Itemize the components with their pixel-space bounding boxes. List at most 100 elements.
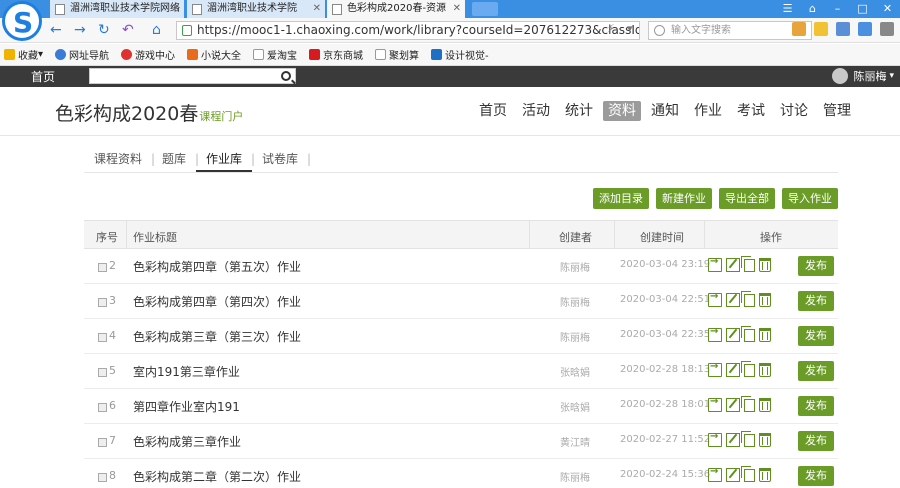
- publish-button[interactable]: 发布: [798, 431, 834, 451]
- row-title[interactable]: 色彩构成第三章作业: [133, 433, 241, 450]
- copy-icon[interactable]: [741, 326, 755, 342]
- delete-icon[interactable]: [759, 433, 771, 447]
- course-portal-link[interactable]: 课程门户: [199, 110, 243, 123]
- undo-icon[interactable]: ↶: [122, 22, 134, 38]
- publish-button[interactable]: 发布: [798, 466, 834, 486]
- export-all-button[interactable]: 导出全部: [719, 188, 775, 209]
- new-homework-button[interactable]: 新建作业: [656, 188, 712, 209]
- nav-materials[interactable]: 资料: [603, 101, 641, 121]
- nav-discussion[interactable]: 讨论: [775, 101, 813, 121]
- nav-homework[interactable]: 作业: [689, 101, 727, 121]
- nav-activity[interactable]: 活动: [517, 101, 555, 121]
- edit-icon[interactable]: [726, 258, 740, 272]
- move-icon[interactable]: [708, 291, 722, 307]
- close-icon[interactable]: ✕: [453, 0, 461, 18]
- forward-icon[interactable]: →: [74, 22, 86, 38]
- copy-icon[interactable]: [741, 361, 755, 377]
- close-icon[interactable]: ✕: [875, 0, 900, 18]
- close-icon[interactable]: ✕: [172, 0, 180, 18]
- nav-notice[interactable]: 通知: [646, 101, 684, 121]
- key-icon[interactable]: [814, 22, 828, 36]
- row-title[interactable]: 室内191第三章作业: [133, 363, 240, 380]
- row-checkbox[interactable]: [98, 263, 107, 272]
- copy-icon[interactable]: [741, 396, 755, 412]
- refresh-icon[interactable]: ↻: [98, 22, 110, 38]
- edit-icon[interactable]: [726, 433, 740, 447]
- add-directory-button[interactable]: 添加目录: [593, 188, 649, 209]
- edit-icon[interactable]: [726, 468, 740, 482]
- bookmark-item[interactable]: 小说大全: [187, 47, 241, 62]
- tab-paper-library[interactable]: 试卷库: [252, 150, 311, 172]
- copy-icon[interactable]: [741, 466, 755, 482]
- bookmark-item[interactable]: 网址导航: [55, 47, 109, 62]
- row-checkbox[interactable]: [98, 333, 107, 342]
- download-icon[interactable]: [858, 22, 872, 36]
- row-title[interactable]: 第四章作业室内191: [133, 398, 240, 415]
- site-search-input[interactable]: [89, 68, 296, 84]
- nav-manage[interactable]: 管理: [818, 101, 856, 121]
- browser-tab-2[interactable]: 湄洲湾职业技术学院 ✕: [187, 0, 325, 18]
- move-icon[interactable]: [708, 396, 722, 412]
- lightning-icon[interactable]: ⚡: [607, 22, 615, 35]
- bookmark-item[interactable]: 设计视觉-: [431, 47, 489, 62]
- row-checkbox[interactable]: [98, 298, 107, 307]
- tab-homework-library[interactable]: 作业库: [196, 150, 255, 172]
- delete-icon[interactable]: [759, 363, 771, 377]
- copy-icon[interactable]: [741, 291, 755, 307]
- bookmark-item[interactable]: 游戏中心: [121, 47, 175, 62]
- bookmark-item[interactable]: 京东商城: [309, 47, 363, 62]
- address-bar[interactable]: https://mooc1-1.chaoxing.com/work/librar…: [176, 21, 640, 40]
- translate-icon[interactable]: [836, 22, 850, 36]
- delete-icon[interactable]: [759, 468, 771, 482]
- bookmark-item[interactable]: 聚划算: [375, 47, 419, 62]
- back-icon[interactable]: ←: [50, 22, 62, 38]
- move-icon[interactable]: [708, 256, 722, 272]
- gift-icon[interactable]: ⌂: [800, 0, 825, 18]
- edit-icon[interactable]: [726, 293, 740, 307]
- row-checkbox[interactable]: [98, 368, 107, 377]
- bookmark-item[interactable]: 收藏 ▾: [4, 47, 43, 62]
- edit-icon[interactable]: [726, 363, 740, 377]
- extension-icon[interactable]: [792, 22, 806, 36]
- browser-tab-1[interactable]: 湄洲湾职业技术学院网络 ✕: [50, 0, 184, 18]
- edit-icon[interactable]: [726, 398, 740, 412]
- edit-icon[interactable]: [726, 328, 740, 342]
- user-menu[interactable]: 陈丽梅 ▾: [832, 68, 894, 84]
- site-home-link[interactable]: 首页: [31, 68, 55, 85]
- copy-icon[interactable]: [741, 431, 755, 447]
- nav-home[interactable]: 首页: [474, 101, 512, 121]
- nav-statistics[interactable]: 统计: [560, 101, 598, 121]
- minimize-icon[interactable]: –: [825, 0, 850, 18]
- copy-icon[interactable]: [741, 256, 755, 272]
- maximize-icon[interactable]: □: [850, 0, 875, 18]
- publish-button[interactable]: 发布: [798, 291, 834, 311]
- chevron-down-icon[interactable]: ▾: [627, 22, 633, 35]
- import-homework-button[interactable]: 导入作业: [782, 188, 838, 209]
- publish-button[interactable]: 发布: [798, 396, 834, 416]
- tab-question-bank[interactable]: 题库: [152, 150, 199, 172]
- delete-icon[interactable]: [759, 293, 771, 307]
- menu-icon[interactable]: ☰: [775, 0, 800, 18]
- publish-button[interactable]: 发布: [798, 256, 834, 276]
- tab-course-materials[interactable]: 课程资料: [84, 150, 155, 172]
- more-icon[interactable]: [880, 22, 894, 36]
- move-icon[interactable]: [708, 466, 722, 482]
- delete-icon[interactable]: [759, 258, 771, 272]
- row-title[interactable]: 色彩构成第二章（第二次）作业: [133, 468, 301, 485]
- delete-icon[interactable]: [759, 328, 771, 342]
- row-title[interactable]: 色彩构成第四章（第五次）作业: [133, 258, 301, 275]
- publish-button[interactable]: 发布: [798, 361, 834, 381]
- move-icon[interactable]: [708, 361, 722, 377]
- publish-button[interactable]: 发布: [798, 326, 834, 346]
- nav-exam[interactable]: 考试: [732, 101, 770, 121]
- home-icon[interactable]: ⌂: [152, 22, 161, 38]
- search-input[interactable]: 输入文字搜索: [648, 21, 812, 40]
- search-icon[interactable]: [281, 71, 291, 81]
- close-icon[interactable]: ✕: [313, 0, 321, 18]
- row-title[interactable]: 色彩构成第四章（第四次）作业: [133, 293, 301, 310]
- delete-icon[interactable]: [759, 398, 771, 412]
- bookmark-item[interactable]: 爱淘宝: [253, 47, 297, 62]
- browser-tab-3[interactable]: 色彩构成2020春-资源 ✕: [327, 0, 465, 18]
- row-checkbox[interactable]: [98, 403, 107, 412]
- row-checkbox[interactable]: [98, 438, 107, 447]
